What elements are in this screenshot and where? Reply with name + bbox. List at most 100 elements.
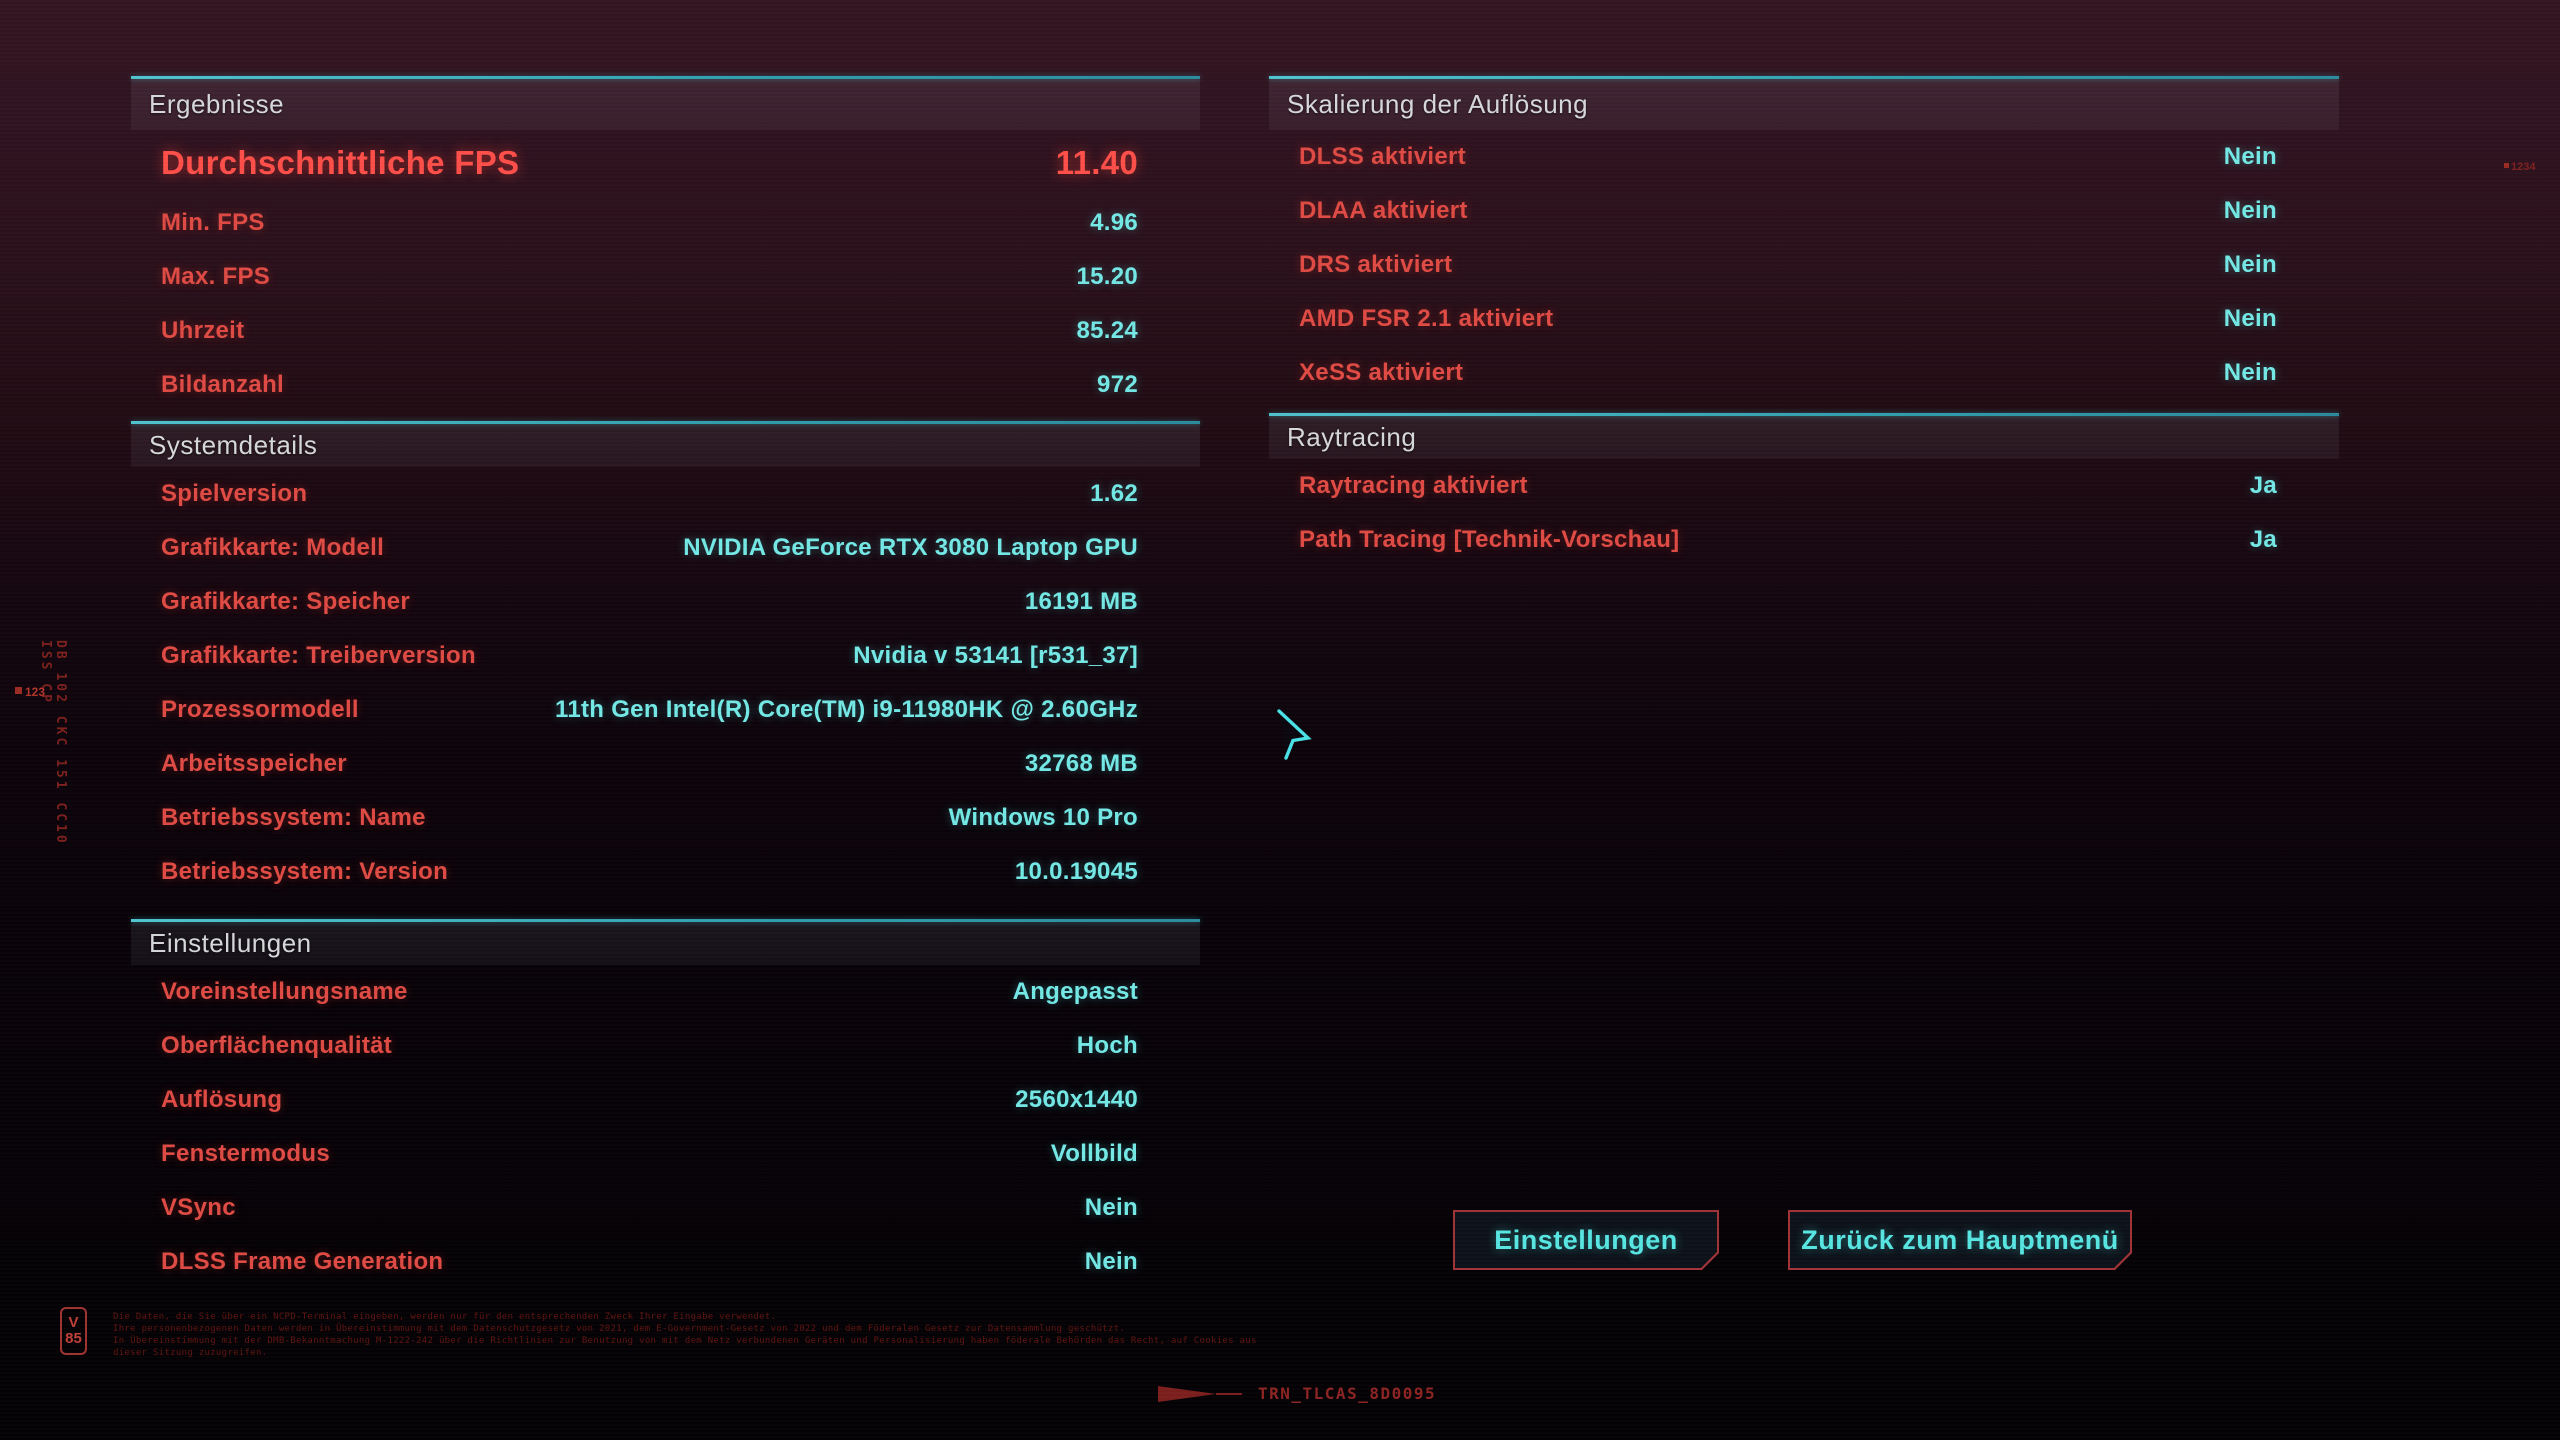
row-value: 10.0.19045 — [1014, 858, 1138, 885]
setting-row-preset-name: Voreinstellungsname Angepasst — [131, 965, 1200, 1019]
section-title: Skalierung der Auflösung — [1269, 79, 2339, 130]
section-title-text: Systemdetails — [149, 430, 318, 460]
v85-badge: V 85 — [60, 1307, 87, 1355]
row-label: Auflösung — [161, 1086, 283, 1113]
system-row-gpu-driver: Grafikkarte: Treiberversion Nvidia v 531… — [131, 629, 1200, 683]
row-label: Max. FPS — [161, 263, 271, 290]
row-value: 15.20 — [1076, 263, 1138, 290]
setting-row-resolution: Auflösung 2560x1440 — [131, 1073, 1200, 1127]
row-value: 1.62 — [1090, 480, 1138, 507]
section-title: Einstellungen — [131, 922, 1200, 965]
benchmark-results-screen: Ergebnisse Durchschnittliche FPS 11.40 M… — [0, 0, 2560, 1440]
scaling-row-drs: DRS aktiviert Nein — [1269, 238, 2339, 292]
row-value: 32768 MB — [1024, 750, 1138, 777]
row-value: Nein — [2223, 359, 2277, 386]
legal-line: dieser Sitzung zuzugreifen. — [113, 1348, 268, 1358]
legal-line: In Übereinstimmung mit der DMB-Bekanntma… — [113, 1336, 1257, 1346]
left-marker-decal: 123 — [15, 685, 45, 699]
section-title: Systemdetails — [131, 424, 1200, 467]
row-label: Bildanzahl — [161, 371, 285, 398]
result-row-average-fps: Durchschnittliche FPS 11.40 — [131, 130, 1200, 196]
raytracing-row-enabled: Raytracing aktiviert Ja — [1269, 459, 2339, 513]
section-title-text: Raytracing — [1287, 422, 1417, 452]
row-label: Betriebssystem: Name — [161, 804, 426, 831]
section-ergebnisse: Ergebnisse Durchschnittliche FPS 11.40 M… — [131, 76, 1200, 412]
row-value: NVIDIA GeForce RTX 3080 Laptop GPU — [683, 534, 1138, 561]
setting-row-texture-quality: Oberflächenqualität Hoch — [131, 1019, 1200, 1073]
row-value: 16191 MB — [1024, 588, 1138, 615]
system-row-game-version: Spielversion 1.62 — [131, 467, 1200, 521]
row-value: 11th Gen Intel(R) Core(TM) i9-11980HK @ … — [555, 696, 1138, 723]
right-marker-decal: 1234 — [2504, 161, 2535, 173]
raytracing-row-path-tracing: Path Tracing [Technik-Vorschau] Ja — [1269, 513, 2339, 567]
left-vertical-decal-text: DB 102 CKC 151 CC10 ISS CP — [38, 640, 68, 846]
back-to-main-menu-button-label: Zurück zum Hauptmenü — [1790, 1212, 2130, 1268]
scaling-row-xess: XeSS aktiviert Nein — [1269, 346, 2339, 400]
row-value: Nvidia v 53141 [r531_37] — [853, 642, 1138, 669]
row-label: DLSS Frame Generation — [161, 1248, 444, 1275]
section-einstellungen: Einstellungen Voreinstellungsname Angepa… — [131, 919, 1200, 1289]
settings-button[interactable]: Einstellungen — [1453, 1210, 1719, 1270]
back-to-main-menu-button[interactable]: Zurück zum Hauptmenü — [1788, 1210, 2132, 1270]
setting-row-window-mode: Fenstermodus Vollbild — [131, 1127, 1200, 1181]
left-column: Ergebnisse Durchschnittliche FPS 11.40 M… — [131, 76, 1200, 1289]
transmission-dash — [1216, 1392, 1242, 1395]
section-title-text: Ergebnisse — [149, 89, 285, 119]
row-label: Spielversion — [161, 480, 308, 507]
v85-badge-top: V — [68, 1314, 79, 1332]
row-label: Voreinstellungsname — [161, 978, 408, 1005]
scaling-row-dlss: DLSS aktiviert Nein — [1269, 130, 2339, 184]
row-value: 85.24 — [1076, 317, 1138, 344]
row-label: Betriebssystem: Version — [161, 858, 449, 885]
row-label: Grafikkarte: Treiberversion — [161, 642, 476, 669]
result-row-frame-count: Bildanzahl 972 — [131, 358, 1200, 412]
row-label: Fenstermodus — [161, 1140, 330, 1167]
system-row-gpu-memory: Grafikkarte: Speicher 16191 MB — [131, 575, 1200, 629]
result-row-max-fps: Max. FPS 15.20 — [131, 250, 1200, 304]
footer-legal-block: V 85 Die Daten, die Sie über ein NCPD-Te… — [60, 1307, 1257, 1359]
row-value: 972 — [1097, 371, 1138, 398]
row-value: Vollbild — [1050, 1140, 1138, 1167]
transmission-id-block: TRN_TLCAS_8D0095 — [1158, 1384, 1436, 1403]
row-label: Durchschnittliche FPS — [161, 144, 520, 181]
section-skalierung: Skalierung der Auflösung DLSS aktiviert … — [1269, 76, 2339, 400]
row-value: Ja — [2249, 526, 2277, 553]
row-label: XeSS aktiviert — [1299, 359, 1464, 386]
result-row-min-fps: Min. FPS 4.96 — [131, 196, 1200, 250]
row-value: Nein — [2223, 305, 2277, 332]
row-value: Hoch — [1076, 1032, 1138, 1059]
transmission-id: TRN_TLCAS_8D0095 — [1258, 1384, 1437, 1403]
system-row-gpu-model: Grafikkarte: Modell NVIDIA GeForce RTX 3… — [131, 521, 1200, 575]
transmission-arrow-icon — [1158, 1385, 1216, 1402]
section-raytracing: Raytracing Raytracing aktiviert Ja Path … — [1269, 413, 2339, 567]
row-label: Oberflächenqualität — [161, 1032, 393, 1059]
settings-button-label: Einstellungen — [1455, 1212, 1717, 1268]
right-column: Skalierung der Auflösung DLSS aktiviert … — [1269, 76, 2339, 567]
row-value: Nein — [1084, 1248, 1138, 1275]
legal-line: Ihre personenbezogenen Daten werden in Ü… — [113, 1324, 1126, 1334]
row-label: Raytracing aktiviert — [1299, 472, 1528, 499]
row-value: 2560x1440 — [1015, 1086, 1138, 1113]
system-row-os-version: Betriebssystem: Version 10.0.19045 — [131, 845, 1200, 899]
setting-row-vsync: VSync Nein — [131, 1181, 1200, 1235]
row-label: DRS aktiviert — [1299, 251, 1453, 278]
system-row-os-name: Betriebssystem: Name Windows 10 Pro — [131, 791, 1200, 845]
row-value: 11.40 — [1055, 144, 1138, 181]
row-value: Nein — [2223, 197, 2277, 224]
marker-text: 1234 — [2511, 161, 2536, 173]
marker-square-icon — [15, 687, 22, 694]
setting-row-dlss-frame-generation: DLSS Frame Generation Nein — [131, 1235, 1200, 1289]
result-row-time: Uhrzeit 85.24 — [131, 304, 1200, 358]
row-value: 4.96 — [1090, 209, 1138, 236]
row-value: Windows 10 Pro — [948, 804, 1138, 831]
row-label: Grafikkarte: Speicher — [161, 588, 411, 615]
row-value: Angepasst — [1012, 978, 1138, 1005]
row-label: DLSS aktiviert — [1299, 143, 1466, 170]
system-row-ram: Arbeitsspeicher 32768 MB — [131, 737, 1200, 791]
system-row-cpu-model: Prozessormodell 11th Gen Intel(R) Core(T… — [131, 683, 1200, 737]
scaling-row-dlaa: DLAA aktiviert Nein — [1269, 184, 2339, 238]
section-title: Raytracing — [1269, 416, 2339, 459]
row-label: Uhrzeit — [161, 317, 245, 344]
row-value: Ja — [2249, 472, 2277, 499]
row-label: Arbeitsspeicher — [161, 750, 347, 777]
